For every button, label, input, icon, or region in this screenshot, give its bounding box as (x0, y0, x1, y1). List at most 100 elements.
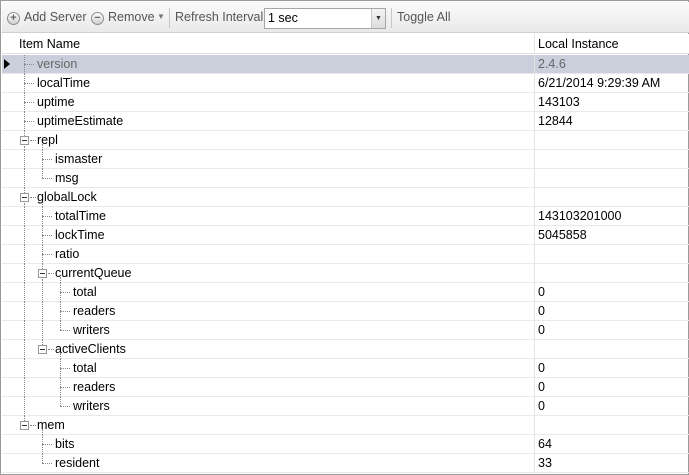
item-value: 2.4.6 (538, 57, 566, 71)
toggle-all-button[interactable]: Toggle All (397, 2, 451, 33)
tree-connector (60, 378, 61, 397)
tree-row[interactable]: resident 33 (2, 454, 689, 473)
column-divider (534, 359, 535, 378)
row-header[interactable] (2, 207, 16, 226)
refresh-interval-value: 1 sec (268, 11, 298, 25)
tree-row[interactable]: bits 64 (2, 435, 689, 454)
tree-row[interactable]: writers 0 (2, 397, 689, 416)
tree-row[interactable]: msg (2, 169, 689, 188)
tree-row[interactable]: readers 0 (2, 378, 689, 397)
row-header[interactable] (2, 245, 16, 264)
tree-row[interactable]: ismaster (2, 150, 689, 169)
tree-row[interactable]: readers 0 (2, 302, 689, 321)
row-header[interactable] (2, 55, 16, 74)
tree-connector (30, 425, 36, 426)
row-header[interactable] (2, 150, 16, 169)
row-header[interactable] (2, 169, 16, 188)
collapse-toggle-icon[interactable] (20, 136, 29, 145)
item-value: 0 (538, 361, 545, 375)
row-header[interactable] (2, 188, 16, 207)
item-value: 33 (538, 456, 552, 470)
tree-row[interactable]: writers 0 (2, 321, 689, 340)
tree-row[interactable]: total 0 (2, 359, 689, 378)
item-name: msg (55, 171, 79, 185)
column-header-local-instance[interactable]: Local Instance (538, 34, 619, 54)
row-header[interactable] (2, 93, 16, 112)
tree-row[interactable]: localTime 6/21/2014 9:29:39 AM (2, 74, 689, 93)
row-header[interactable] (2, 74, 16, 93)
item-name: activeClients (55, 342, 126, 356)
tree-connector (60, 283, 61, 302)
tree-connector (24, 283, 25, 302)
collapse-toggle-icon[interactable] (38, 345, 47, 354)
item-name: repl (37, 133, 58, 147)
tree-row[interactable]: version 2.4.6 (2, 55, 689, 74)
tree-connector (24, 121, 34, 122)
column-divider (534, 321, 535, 340)
grid-header: Item Name Local Instance (2, 34, 689, 54)
item-name: version (37, 57, 78, 71)
row-header[interactable] (2, 416, 16, 435)
tree-connector (24, 378, 25, 397)
remove-dropdown-icon[interactable]: ▼ (157, 11, 165, 23)
tree-connector (24, 112, 25, 131)
tree-row[interactable]: activeClients (2, 340, 689, 359)
tree-row[interactable]: uptimeEstimate 12844 (2, 112, 689, 131)
item-value: 0 (538, 399, 545, 413)
refresh-interval-select[interactable]: 1 sec ▼ (264, 8, 386, 29)
item-value: 5045858 (538, 228, 587, 242)
item-name: total (73, 285, 97, 299)
column-divider (534, 188, 535, 207)
column-header-item-name[interactable]: Item Name (19, 34, 80, 54)
row-header[interactable] (2, 340, 16, 359)
row-header[interactable] (2, 264, 16, 283)
row-header[interactable] (2, 378, 16, 397)
tree-connector (42, 245, 43, 264)
item-name: lockTime (55, 228, 105, 242)
chevron-down-icon[interactable]: ▼ (371, 9, 385, 28)
item-name: localTime (37, 76, 91, 90)
tree-row[interactable]: totalTime 143103201000 (2, 207, 689, 226)
row-header[interactable] (2, 454, 16, 473)
tree-row[interactable]: globalLock (2, 188, 689, 207)
row-header[interactable] (2, 397, 16, 416)
tree-connector (48, 273, 54, 274)
column-divider[interactable] (534, 34, 535, 54)
row-header[interactable] (2, 302, 16, 321)
tree-connector (24, 226, 25, 245)
item-name: globalLock (37, 190, 97, 204)
tree-connector (42, 454, 43, 463)
collapse-toggle-icon[interactable] (20, 193, 29, 202)
row-header[interactable] (2, 131, 16, 150)
tree-connector (24, 264, 25, 283)
remove-button[interactable]: Remove (108, 2, 155, 33)
row-header[interactable] (2, 283, 16, 302)
tree-connector (60, 368, 70, 369)
tree-connector (42, 340, 43, 345)
tree-connector (24, 340, 25, 359)
tree-connector (42, 178, 52, 179)
tree-row[interactable]: uptime 143103 (2, 93, 689, 112)
row-header[interactable] (2, 226, 16, 245)
tree-row[interactable]: currentQueue (2, 264, 689, 283)
column-divider (534, 169, 535, 188)
tree-connector (42, 159, 52, 160)
tree-row[interactable]: repl (2, 131, 689, 150)
tree-row[interactable]: ratio (2, 245, 689, 264)
tree-connector (30, 140, 36, 141)
tree-row[interactable]: lockTime 5045858 (2, 226, 689, 245)
item-name: uptime (37, 95, 75, 109)
tree-row[interactable]: total 0 (2, 283, 689, 302)
item-name: uptimeEstimate (37, 114, 124, 128)
collapse-toggle-icon[interactable] (38, 269, 47, 278)
row-header[interactable] (2, 435, 16, 454)
item-value: 0 (538, 323, 545, 337)
item-name: ratio (55, 247, 80, 261)
row-header[interactable] (2, 321, 16, 340)
row-header[interactable] (2, 359, 16, 378)
row-header[interactable] (2, 112, 16, 131)
add-server-button[interactable]: Add Server (24, 2, 87, 33)
tree-row[interactable]: mem (2, 416, 689, 435)
collapse-toggle-icon[interactable] (20, 421, 29, 430)
tree-connector (60, 359, 61, 378)
